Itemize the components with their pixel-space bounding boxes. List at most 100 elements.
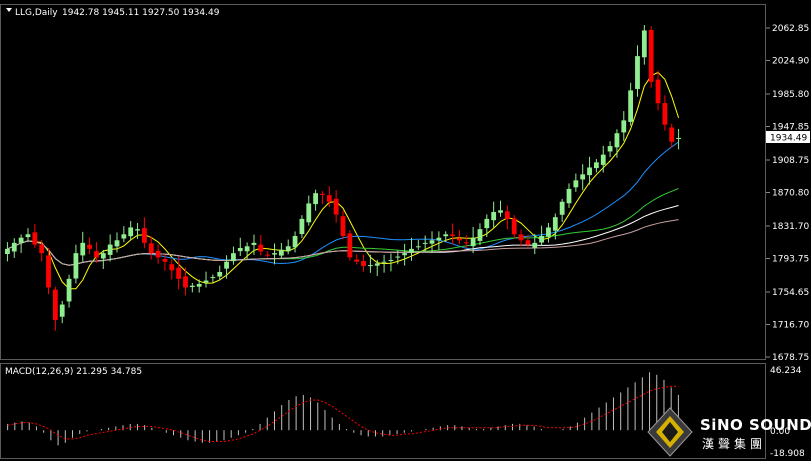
candle-body (374, 263, 380, 266)
candle-body (354, 259, 360, 262)
candle (176, 256, 182, 290)
candle-body (593, 162, 599, 169)
candle (11, 238, 17, 258)
candle (539, 225, 545, 246)
candle-body (320, 193, 325, 195)
candle-body (539, 236, 545, 243)
candle (148, 236, 154, 260)
candle-body (210, 277, 216, 279)
candle-body (25, 234, 31, 238)
candle-body (66, 278, 72, 302)
candle-body (409, 248, 414, 253)
candle (593, 159, 599, 173)
candle-body (607, 146, 613, 152)
candle-body (361, 261, 366, 266)
candle-body (121, 234, 127, 239)
candle-body (511, 218, 517, 235)
candle-body (491, 212, 497, 221)
candle-body (669, 127, 675, 142)
candle-body (285, 246, 291, 252)
candle-body (662, 103, 668, 125)
candle (607, 141, 613, 158)
trading-chart[interactable]: LLG,Daily 1942.78 1945.11 1927.50 1934.4… (0, 0, 811, 461)
price-axis: 2062.852024.901985.801947.851908.751870.… (766, 24, 809, 363)
candle-body (429, 240, 435, 244)
candle (224, 255, 229, 279)
candle-body (333, 198, 339, 215)
candle (155, 244, 161, 264)
candle-body (463, 242, 469, 244)
candle-body (237, 248, 243, 252)
candle-body (107, 244, 113, 255)
price-tick-label: 1908.75 (772, 156, 809, 166)
candle (87, 237, 93, 255)
macd-scale-bottom: -18.908 (770, 449, 805, 459)
price-tick-label: 1754.65 (772, 288, 809, 298)
candle-body (635, 56, 640, 89)
candle-body (292, 236, 298, 248)
candle-body (498, 210, 503, 213)
chart-menu-triangle-icon[interactable] (6, 8, 12, 12)
candle-body (265, 254, 271, 256)
candle (669, 123, 675, 148)
logo-title: SiNO SOUND (700, 416, 811, 434)
candlesticks (5, 24, 681, 331)
candle (306, 195, 312, 226)
candle (313, 189, 319, 211)
candle-body (258, 244, 264, 252)
candle (52, 286, 58, 331)
candle (614, 129, 620, 158)
candle-body (457, 238, 462, 241)
candle (121, 226, 127, 243)
candle (203, 271, 209, 288)
candle-body (32, 232, 38, 245)
candle (32, 224, 38, 248)
candle-body (484, 218, 490, 229)
candle-body (477, 229, 483, 241)
candle (498, 200, 503, 217)
candle (340, 210, 346, 240)
candle (484, 214, 490, 237)
candle-body (532, 242, 538, 248)
candle-body (299, 218, 305, 235)
macd-label: MACD(12,26,9) 21.295 34.785 (5, 367, 142, 377)
candle-body (169, 264, 175, 271)
candle-body (189, 285, 195, 288)
candle-body (340, 216, 346, 237)
candle (655, 70, 661, 111)
candle-body (11, 242, 17, 252)
candle (491, 201, 497, 228)
candle-body (148, 243, 154, 254)
price-tick-label: 1870.80 (772, 189, 809, 199)
candle (278, 242, 284, 259)
candle (477, 223, 483, 246)
candle (504, 205, 510, 230)
candle (183, 267, 188, 296)
candle (272, 243, 277, 265)
candle-body (59, 304, 65, 317)
candle-body (94, 251, 99, 258)
candle-body (162, 259, 168, 262)
candle (5, 242, 10, 262)
candle (429, 231, 435, 253)
candle (621, 111, 627, 142)
candle (258, 235, 264, 256)
candle-body (573, 180, 579, 188)
candle-body (87, 244, 93, 249)
logo-mark-icon (647, 407, 693, 457)
candle-body (141, 228, 147, 243)
candle-body (621, 120, 627, 133)
current-price-marker: 1934.49 (766, 131, 810, 144)
candle-body (224, 261, 229, 269)
candle-body (272, 253, 277, 255)
candle-body (470, 237, 476, 247)
candle-body (278, 249, 284, 256)
candle (265, 251, 271, 258)
candle (415, 239, 421, 250)
candle (443, 231, 449, 242)
candle-body (648, 29, 654, 82)
candle-body (628, 90, 634, 122)
candle (128, 221, 134, 240)
macd-signal-line (7, 385, 679, 442)
price-tick-label: 1716.70 (772, 320, 809, 330)
